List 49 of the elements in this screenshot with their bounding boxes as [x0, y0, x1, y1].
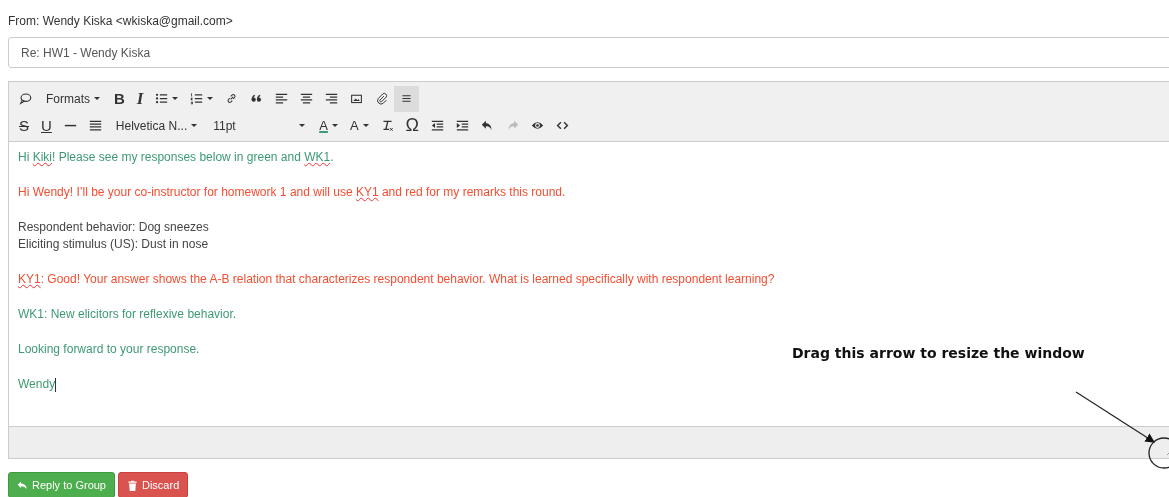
align-right-icon — [325, 92, 339, 105]
justify-button[interactable] — [394, 85, 420, 112]
message-line: Hi Wendy! I’ll be your co-instructor for homework 1 and will use KY1 and red for my remarks this round. — [18, 184, 566, 201]
image-icon — [350, 92, 364, 105]
dropdown-button[interactable]: Helvetica N... — [107, 112, 206, 139]
caret-icon — [331, 124, 338, 127]
numbered-list-icon — [190, 92, 204, 105]
underline-button[interactable]: U — [35, 112, 58, 139]
comment-icon — [19, 92, 32, 105]
bold-button[interactable]: B — [108, 85, 131, 112]
link-icon — [225, 92, 239, 105]
align-center-icon — [300, 92, 314, 105]
indent-icon — [456, 119, 470, 132]
justify-block-icon — [88, 119, 102, 132]
message-line: Respondent behavior: Dog sneezes — [18, 219, 209, 236]
clear-format-icon — [380, 119, 394, 132]
align-left-icon — [275, 92, 289, 105]
caret-icon — [191, 124, 198, 127]
text-color-button[interactable]: A — [313, 112, 344, 139]
message-line: Eliciting stimulus (US): Dust in nose — [18, 236, 209, 253]
special-character-button[interactable]: Ω — [399, 112, 426, 139]
trash-icon — [127, 479, 138, 491]
caret-icon — [299, 124, 306, 127]
annotation-text: Drag this arrow to resize the window — [792, 345, 1085, 361]
bullet-list-icon — [155, 92, 169, 105]
paperclip-icon — [375, 92, 389, 105]
reply-icon — [17, 479, 28, 491]
outdent-icon — [431, 119, 445, 132]
message-line: Wendy — [18, 376, 57, 393]
quote-icon — [250, 92, 264, 105]
caret-icon — [362, 124, 369, 127]
code-icon — [556, 119, 570, 132]
caret-icon — [172, 97, 179, 100]
preview-icon — [531, 119, 545, 132]
message-line: Hi Kiki! Please see my responses below in green and WK1. — [18, 149, 334, 166]
message-line: Looking forward to your response. — [18, 341, 200, 358]
message-line: KY1: Good! Your answer shows the A-B relation that characterizes respondent behavior. What is learned specifically with respondent learning? — [18, 271, 775, 288]
caret-icon — [94, 97, 100, 100]
message-line: WK1: New elicitors for reflexive behavior. — [18, 306, 237, 323]
discard-button[interactable]: Discard — [118, 472, 189, 497]
sender-line: From: Wendy Kiska <wkiska@gmail.com> — [8, 13, 234, 30]
justify-icon — [400, 92, 414, 105]
background-color-button[interactable]: A — [343, 112, 375, 139]
caret-icon — [207, 97, 214, 100]
subject-field[interactable]: Re: HW1 - Wendy Kiska — [8, 37, 1169, 68]
dropdown-button[interactable]: Formats — [38, 85, 108, 112]
strikethrough-button[interactable]: S — [13, 112, 35, 139]
italic-button[interactable]: I — [130, 85, 150, 112]
dropdown-button[interactable]: 11pt — [205, 112, 314, 139]
